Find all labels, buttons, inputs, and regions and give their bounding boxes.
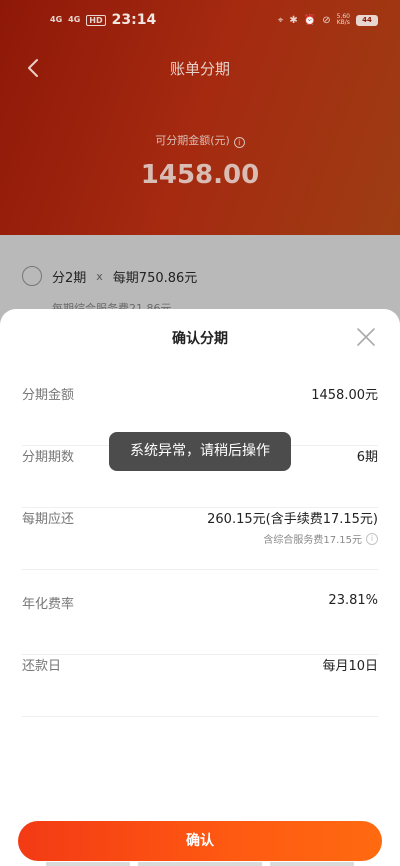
row-per-period: 每期应还 260.15元(含手续费17.15元) 含综合服务费17.15元 i (22, 508, 378, 570)
nav-indicator-center (138, 862, 262, 866)
amount-value: 1458.00 (140, 160, 260, 190)
close-icon (357, 328, 375, 346)
service-fee-text: 含综合服务费17.15元 (263, 535, 362, 546)
page-title: 账单分期 (169, 60, 230, 78)
status-time: 23:14 (111, 12, 157, 28)
close-button[interactable] (356, 327, 376, 347)
amount-label-text: 可分期金额(元) (155, 134, 230, 147)
hd-badge: HD (86, 14, 106, 26)
nav-indicator-left (46, 862, 130, 866)
bluetooth-icon: ✱ (289, 14, 298, 26)
row-label: 分期金额 (22, 388, 75, 403)
network-indicator-2: 4G (68, 15, 81, 24)
row-value: 260.15元(含手续费17.15元) (207, 512, 378, 527)
error-toast: 系统异常，请稍后操作 (109, 432, 291, 471)
info-icon[interactable]: i (233, 137, 245, 148)
alarm-icon: ⏰ (303, 14, 317, 26)
sheet-title: 确认分期 (172, 331, 228, 347)
option-multiply: x (96, 269, 103, 283)
row-label: 还款日 (22, 659, 62, 674)
amount-label: 可分期金额(元) i (0, 132, 400, 148)
radio-button[interactable] (22, 266, 42, 286)
row-repayment-day: 还款日 每月10日 (22, 655, 378, 717)
row-value: 每月10日 (322, 659, 378, 674)
row-annual-rate: 年化费率 23.81% (22, 593, 378, 655)
row-label: 分期期数 (22, 450, 75, 465)
info-icon[interactable]: i (366, 532, 378, 545)
row-label: 年化费率 (22, 597, 75, 612)
installment-option[interactable]: 分2期 x 每期750.86元 (22, 266, 197, 286)
row-subtext: 含综合服务费17.15元 i (263, 531, 378, 546)
battery-icon: 44 (356, 14, 378, 26)
network-speed: 5.60 KB/s (336, 13, 350, 26)
row-value: 1458.00元 (311, 388, 378, 403)
network-indicator-1: 4G (50, 15, 63, 24)
nav-indicator-right (270, 862, 354, 866)
row-value: 6期 (356, 450, 378, 465)
status-bar: 4G 4G HD 23:14 ⌖ ✱ ⏰ ⊘ 5.60 KB/s 44 (0, 0, 400, 44)
option-per-period: 每期750.86元 (112, 270, 198, 286)
row-value: 23.81% (328, 593, 378, 608)
option-periods: 分2期 (52, 270, 87, 286)
location-icon: ⌖ (277, 14, 284, 26)
mute-icon: ⊘ (322, 14, 331, 26)
row-label: 每期应还 (22, 512, 75, 527)
confirm-button[interactable]: 确认 (18, 821, 382, 861)
